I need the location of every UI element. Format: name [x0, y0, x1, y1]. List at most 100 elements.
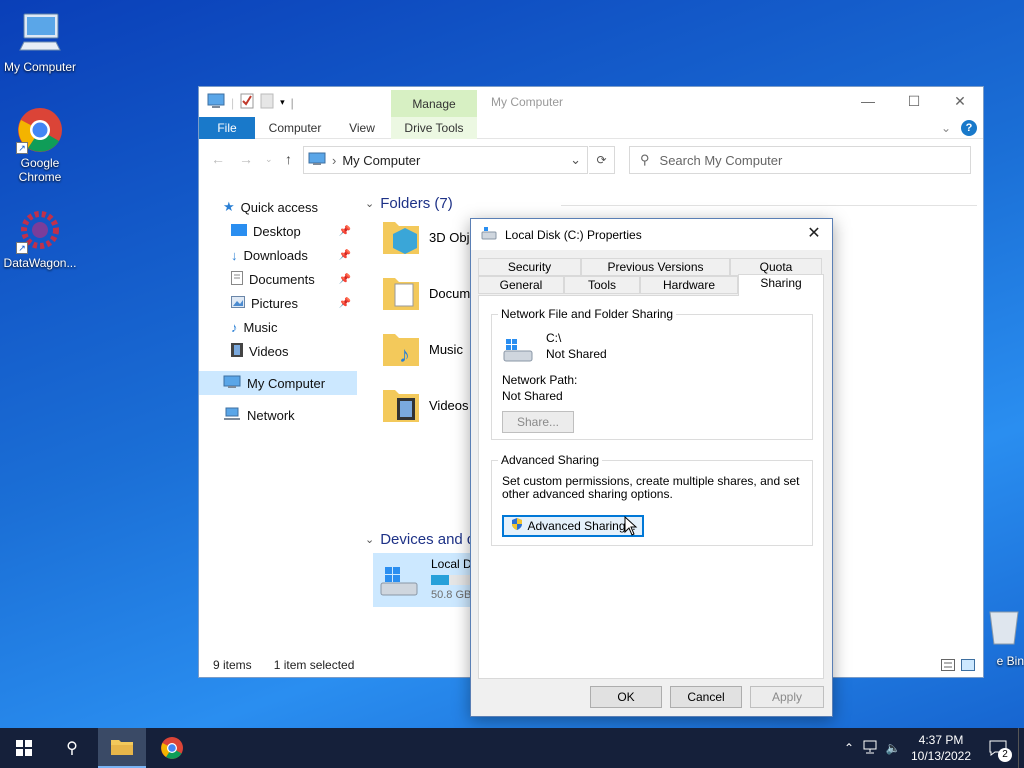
chevron-down-icon: ⌄ [365, 198, 375, 210]
volume-icon[interactable]: 🔈 [882, 741, 904, 755]
properties-check-icon[interactable] [240, 93, 254, 112]
ok-button[interactable]: OK [590, 686, 662, 708]
mouse-cursor-icon [624, 515, 638, 539]
group-title: Folders (7) [380, 195, 453, 212]
folder-label: Music [429, 341, 463, 357]
nav-item-documents[interactable]: Documents 📌 [199, 267, 357, 291]
network-path-label: Network Path: [502, 373, 578, 387]
folder-label: Docum [429, 285, 471, 301]
details-view-icon[interactable] [941, 659, 955, 674]
group-title: Devices and d [380, 531, 476, 548]
pin-icon[interactable]: 📌 [339, 250, 351, 261]
tab-drive-tools[interactable]: Drive Tools [391, 117, 477, 139]
uac-shield-icon [510, 517, 524, 536]
new-folder-icon[interactable] [260, 93, 274, 112]
desktop-icon [231, 223, 247, 239]
nav-quick-access[interactable]: ★ Quick access [199, 195, 357, 219]
devices-group-header[interactable]: ⌄ Devices and d [365, 531, 475, 548]
apply-button[interactable]: Apply [750, 686, 824, 708]
cancel-button[interactable]: Cancel [670, 686, 742, 708]
tab-general[interactable]: General [478, 276, 564, 294]
selection-count: 1 item selected [273, 658, 355, 672]
tab-file[interactable]: File [199, 117, 255, 139]
dialog-titlebar: Local Disk (C:) Properties ✕ [471, 219, 832, 250]
up-arrow-icon[interactable]: ↑ [285, 151, 292, 167]
minimize-button[interactable]: — [845, 87, 891, 117]
desktop-icon-my-computer[interactable]: My Computer [0, 10, 80, 74]
nav-item-videos[interactable]: Videos [199, 339, 357, 363]
advanced-sharing-button[interactable]: Advanced Sharing... [502, 515, 644, 537]
share-drive-name: C:\ [546, 331, 562, 345]
search-placeholder: Search My Computer [659, 152, 783, 168]
nav-item-music[interactable]: ♪ Music [199, 315, 357, 339]
shortcut-arrow-icon: ↗ [16, 142, 28, 154]
chrome-icon [161, 737, 183, 759]
taskbar-chrome[interactable] [148, 728, 196, 768]
tab-previous-versions[interactable]: Previous Versions [581, 258, 730, 276]
refresh-button[interactable]: ⟳ [589, 146, 615, 174]
tab-computer[interactable]: Computer [265, 117, 325, 139]
music-note-icon: ♪ [231, 319, 238, 335]
tab-hardware[interactable]: Hardware [640, 276, 738, 294]
clock[interactable]: 4:37 PM 10/13/2022 [904, 732, 978, 764]
desktop-icon-google-chrome[interactable]: ↗ Google Chrome [0, 106, 80, 184]
tab-tools[interactable]: Tools [564, 276, 640, 294]
back-arrow-icon[interactable]: ← [211, 151, 225, 167]
help-icon[interactable]: ? [961, 120, 977, 136]
start-button[interactable] [0, 728, 48, 768]
view-toggle [941, 659, 975, 674]
drive-name: Local Di [431, 557, 475, 571]
search-input[interactable]: ⚲ Search My Computer [629, 146, 971, 174]
folder-label: Videos [429, 397, 469, 413]
show-hidden-icons-chevron-up-icon[interactable]: ⌃ [838, 741, 860, 755]
folder-videos-icon [381, 382, 421, 429]
action-center-button[interactable]: 2 [978, 728, 1018, 768]
network-status-icon[interactable] [860, 740, 882, 757]
close-button[interactable]: ✕ [937, 87, 983, 117]
chrome-icon: ↗ [16, 106, 64, 154]
drive-tile-local-disk[interactable]: Local Di 50.8 GB [373, 553, 483, 607]
pin-icon[interactable]: 📌 [339, 226, 351, 237]
show-desktop-strip[interactable] [1018, 728, 1024, 768]
pin-icon[interactable]: 📌 [339, 298, 351, 309]
desktop-icon-datawagon[interactable]: ↗ DataWagon... [0, 206, 80, 270]
expand-ribbon-icon[interactable]: ⌄ [941, 121, 951, 135]
nav-network[interactable]: Network [199, 403, 357, 427]
nav-label: Desktop [253, 223, 301, 239]
document-icon [231, 270, 243, 288]
maximize-button[interactable]: ☐ [891, 87, 937, 117]
dialog-title: Local Disk (C:) Properties [505, 227, 642, 242]
advanced-sharing-group: Advanced Sharing Set custom permissions,… [491, 453, 813, 546]
taskbar: ⚲ ⌃ 🔈 4:37 PM 10/13/2022 2 [0, 728, 1024, 768]
address-field[interactable]: › My Computer ⌄ [303, 146, 588, 174]
share-button[interactable]: Share... [502, 411, 574, 433]
forward-arrow-icon[interactable]: → [239, 151, 253, 167]
recent-locations-icon[interactable]: ⌄ [265, 154, 273, 165]
drive-small-icon [481, 226, 497, 243]
tab-view[interactable]: View [339, 117, 385, 139]
network-icon [223, 407, 241, 424]
nav-item-desktop[interactable]: Desktop 📌 [199, 219, 357, 243]
search-button[interactable]: ⚲ [48, 728, 96, 768]
dialog-close-button[interactable]: ✕ [802, 223, 826, 245]
taskbar-file-explorer[interactable] [98, 728, 146, 768]
explorer-titlebar: | ▾ | Manage My Computer — ☐ ✕ [199, 87, 983, 117]
folder-music-icon: ♪ [381, 326, 421, 373]
star-icon: ★ [223, 199, 235, 214]
item-count: 9 items [213, 658, 252, 672]
pin-icon[interactable]: 📌 [339, 274, 351, 285]
customize-toolbar-icon[interactable]: ▾ [280, 97, 285, 108]
manage-contextual-tab[interactable]: Manage [391, 90, 477, 117]
computer-small-icon[interactable] [207, 93, 225, 112]
group-divider [561, 205, 977, 206]
nav-item-pictures[interactable]: Pictures 📌 [199, 291, 357, 315]
network-path-value: Not Shared [502, 389, 563, 403]
tab-sharing[interactable]: Sharing [738, 274, 824, 296]
chevron-down-icon[interactable]: ⌄ [570, 152, 581, 168]
nav-my-computer[interactable]: My Computer [199, 371, 357, 395]
ribbon-right-controls: ⌄ ? [941, 120, 977, 136]
folders-group-header[interactable]: ⌄ Folders (7) [365, 195, 453, 212]
nav-item-downloads[interactable]: ↓ Downloads 📌 [199, 243, 357, 267]
large-icons-view-icon[interactable] [961, 659, 975, 674]
tab-security[interactable]: Security [478, 258, 581, 276]
